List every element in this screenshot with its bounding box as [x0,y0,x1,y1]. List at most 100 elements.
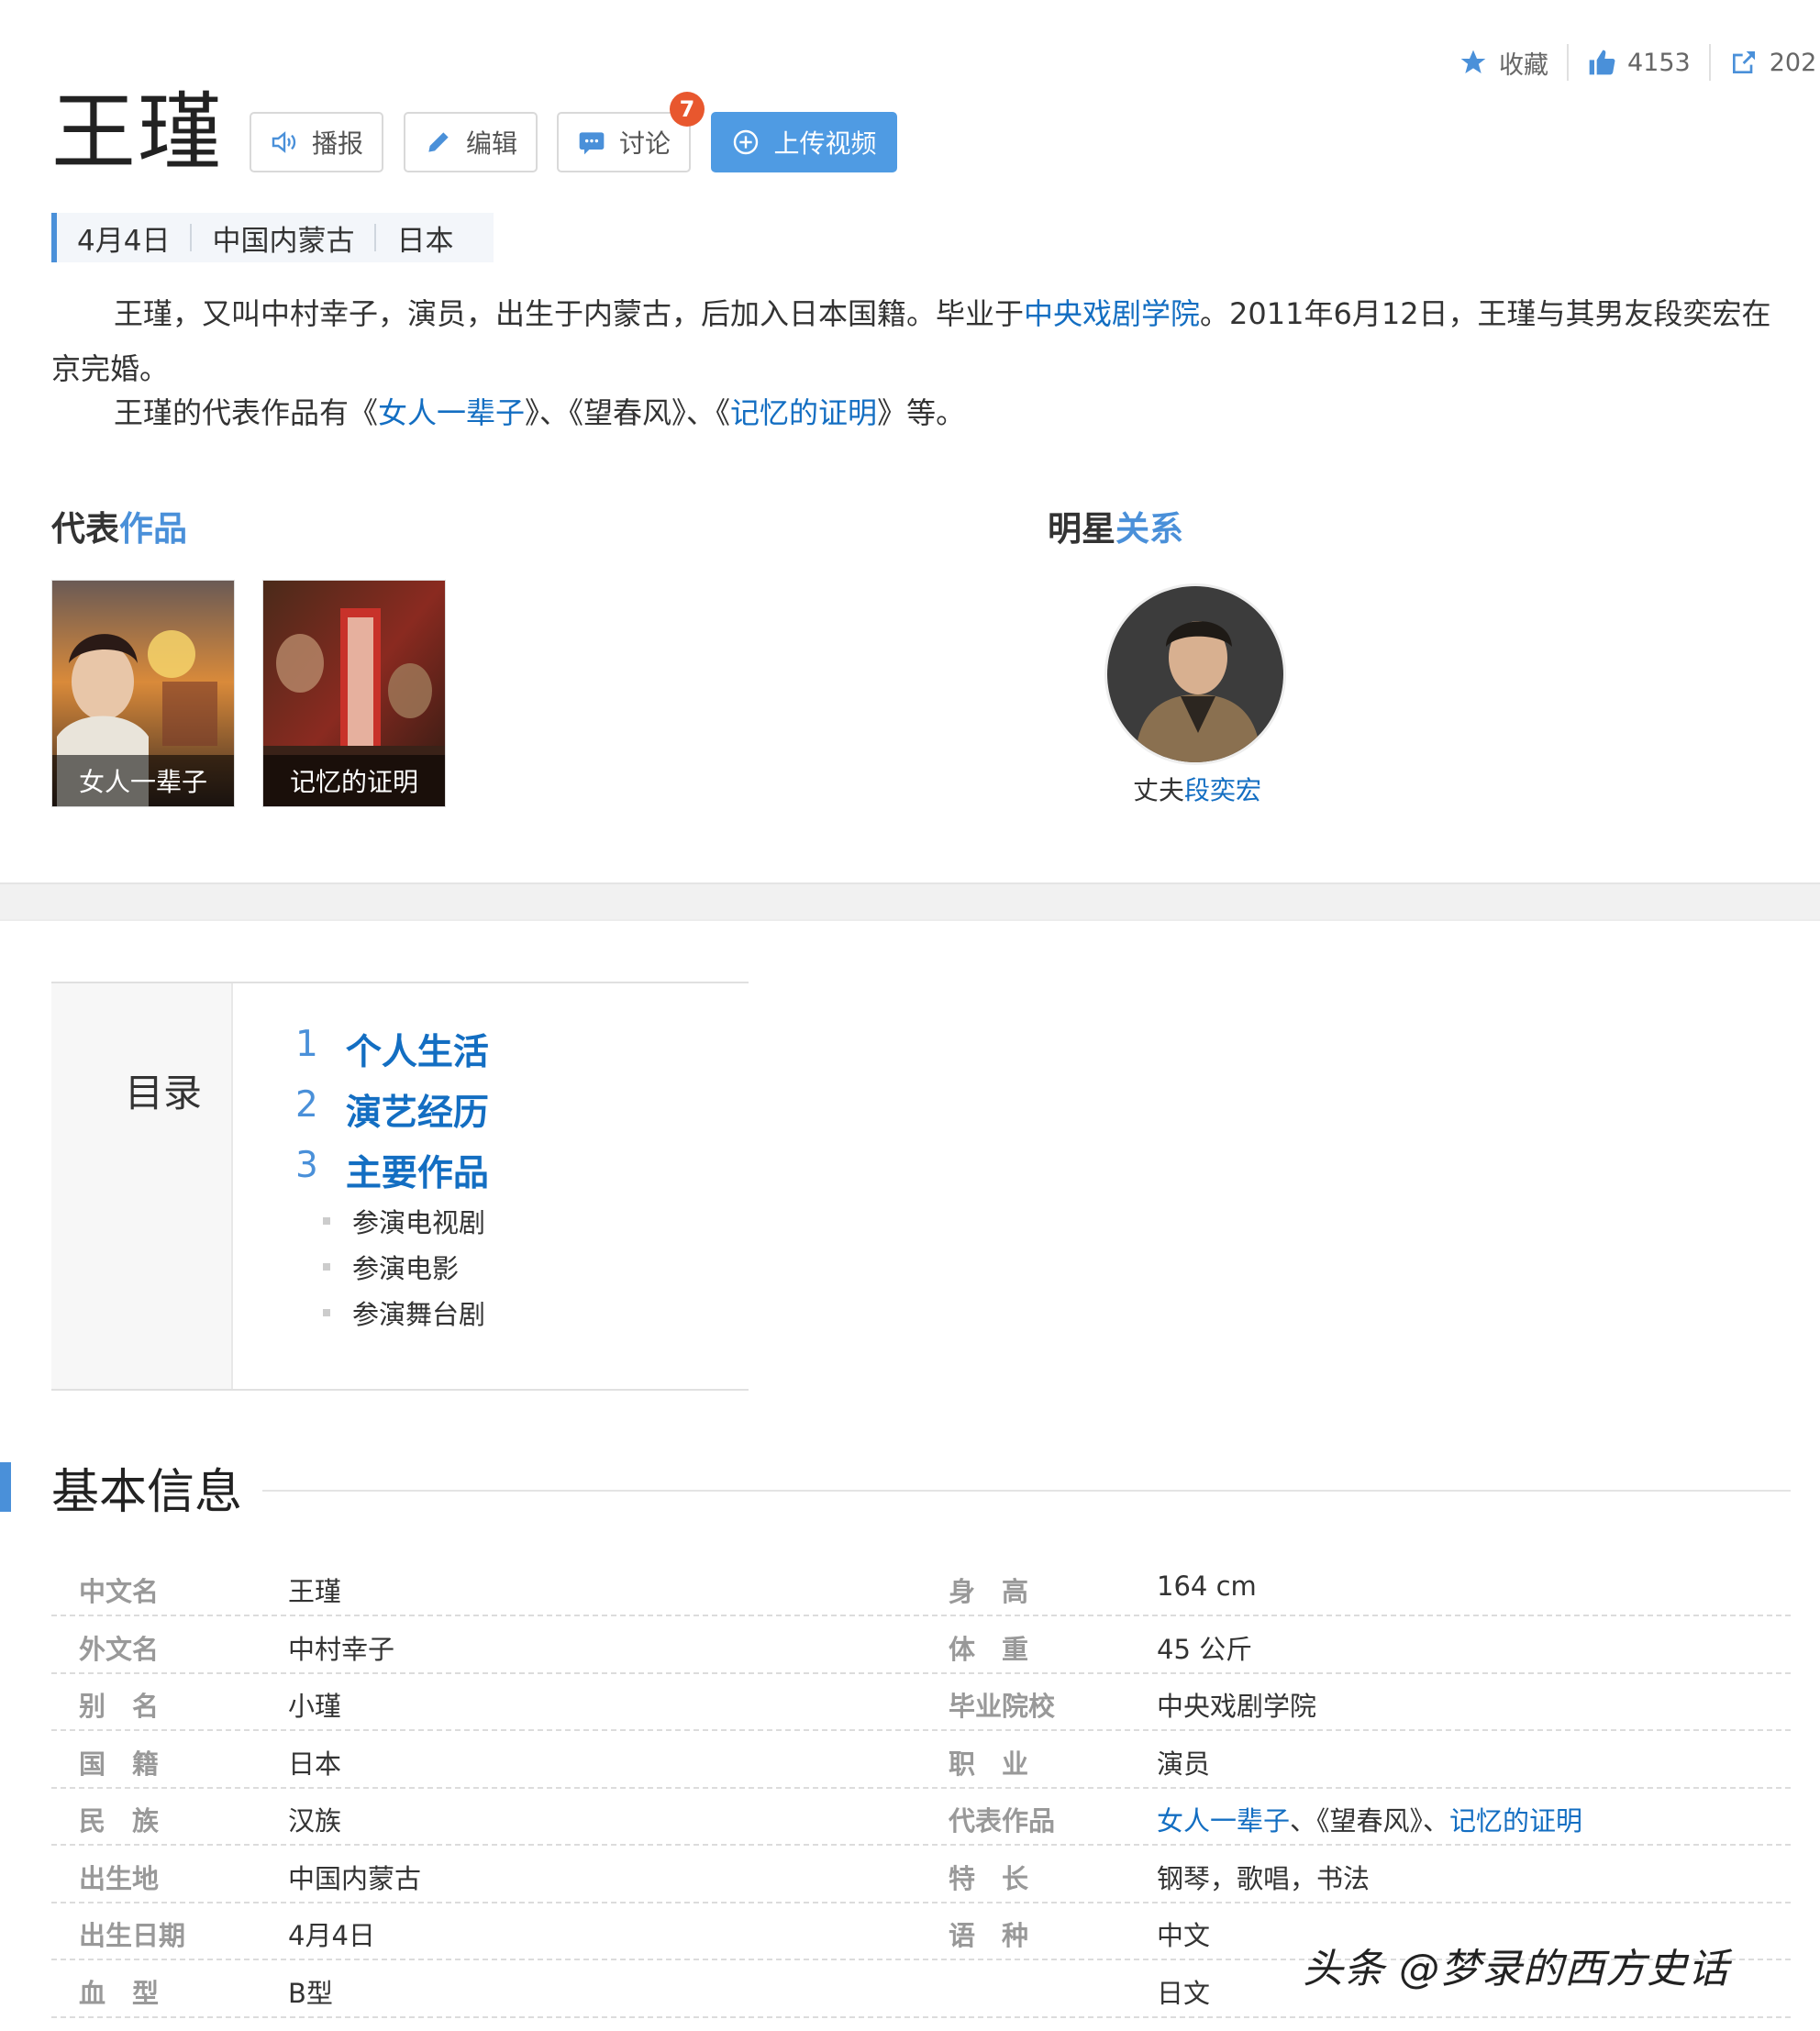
summary-paragraph-1: 王瑾，又叫中村幸子，演员，出生于内蒙古，后加入日本国籍。毕业于中央戏剧学院。20… [51,286,1776,396]
nationality-link[interactable]: 日本 [288,1743,341,1781]
broadcast-button[interactable]: 播报 [250,112,383,172]
spouse-caption: 丈夫段奕宏 [1009,771,1385,807]
info-key: 血 型 [79,1978,160,2009]
discuss-button[interactable]: 讨论 [557,112,691,172]
work-card-2[interactable]: 记忆的证明 [262,580,446,807]
toc-subitem-1[interactable]: 参演电视剧 [323,1202,485,1240]
upload-label: 上传视频 [773,128,877,159]
info-value: 中文 [1157,1920,1211,1951]
info-key: 代表作品 [949,1805,1056,1837]
info-row: 国 籍 日本 职 业 演员 [51,1730,1791,1789]
speaker-icon [272,131,296,153]
relation-heading-a: 明星 [1048,509,1115,549]
discuss-label: 讨论 [618,128,671,159]
summary-text: 》、《望春风》、《 [525,395,731,430]
school-link[interactable]: 中央戏剧学院 [1024,296,1200,331]
info-tags: 4月4日 中国内蒙古 日本 [51,213,494,262]
toc-text: 主要作品 [345,1153,489,1194]
info-key: 身 高 [949,1576,1029,1607]
work-link-1[interactable]: 女人一辈子 [378,395,525,430]
summary-text: 王瑾，又叫中村幸子，演员，出生于内蒙古，后加入日本国籍。毕业于 [114,296,1025,331]
info-key: 国 籍 [79,1748,160,1780]
plus-circle-icon [734,129,759,155]
relation-heading: 明星关系 [1048,501,1183,550]
relation-heading-b: 关系 [1115,509,1183,549]
bullet-icon [323,1217,330,1225]
share-button[interactable]: 202 [1729,48,1816,77]
info-value: 演员 [1157,1748,1211,1780]
like-button[interactable]: 4153 [1587,48,1691,77]
info-key: 特 长 [949,1863,1029,1894]
work-title-2: 记忆的证明 [263,755,445,806]
toc-label-panel: 目录 [51,983,233,1389]
info-row: 别 名 小瑾 毕业院校 中央戏剧学院 [51,1672,1791,1731]
works-heading-a: 代表 [51,509,119,549]
works-heading-b: 作品 [119,509,187,549]
spouse-name-link[interactable]: 段奕宏 [1184,775,1261,805]
broadcast-label: 播报 [311,128,363,159]
chat-icon [579,132,605,155]
tag-birthplace: 中国内蒙古 [212,224,355,258]
toc-num: 3 [295,1145,318,1186]
info-key: 体 重 [949,1634,1029,1665]
info-key: 毕业院校 [949,1691,1056,1722]
divider [1708,44,1711,81]
avatar-image [1107,586,1283,762]
work-link-2[interactable]: 记忆的证明 [730,395,877,430]
toc-num: 2 [295,1084,318,1126]
top-actions: 收藏 4153 202 [1459,44,1816,81]
info-value: 钢琴，歌唱，书法 [1157,1863,1371,1894]
pencil-icon [428,132,449,152]
toc-subitem-3[interactable]: 参演舞台剧 [323,1293,485,1332]
edit-button[interactable]: 编辑 [404,112,538,172]
info-row: 出生地 中国内蒙古 特 长 钢琴，歌唱，书法 [51,1845,1791,1903]
info-value: 日文 [1157,1978,1211,2009]
summary: 王瑾，又叫中村幸子，演员，出生于内蒙古，后加入日本国籍。毕业于中央戏剧学院。20… [51,286,1776,440]
toc-sub-text: 参演舞台剧 [352,1299,486,1330]
toc-label: 目录 [125,1071,203,1115]
summary-text: 王瑾的代表作品有《 [114,395,379,430]
works-heading: 代表作品 [51,501,187,550]
info-key: 出生地 [79,1863,160,1894]
info-row: 民 族 汉族 代表作品 女人一辈子、《望春风》、记忆的证明 [51,1787,1791,1846]
thumbs-up-icon [1589,50,1615,75]
bullet-icon [323,1309,330,1316]
toc-text: 演艺经历 [345,1093,489,1134]
collect-button[interactable]: 收藏 [1459,45,1548,81]
info-value: 王瑾 [288,1576,342,1607]
tag-birthday: 4月4日 [77,224,171,258]
spouse-avatar[interactable] [1104,583,1286,765]
work-link-1[interactable]: 女人一辈子 [1157,1805,1290,1837]
edit-label: 编辑 [465,128,517,159]
info-row: 外文名 中村幸子 体 重 45 公斤 [51,1615,1791,1674]
info-key: 中文名 [79,1576,160,1607]
toc-item-2[interactable]: 2 演艺经历 [295,1084,489,1136]
toc-sub-text: 参演电影 [352,1253,460,1284]
work-card-1[interactable]: 女人一辈子 [51,580,235,807]
bullet-icon [323,1263,330,1271]
info-value-mid: 、《望春风》、 [1290,1805,1450,1837]
school-link[interactable]: 中央戏剧学院 [1157,1685,1316,1724]
basic-info-title: 基本信息 [51,1465,243,1520]
toc-subitem-2[interactable]: 参演电影 [323,1248,459,1286]
section-accent-bar [0,1462,11,1512]
info-value: 汉族 [288,1805,342,1837]
info-value: 45 公斤 [1157,1634,1253,1665]
section-divider [0,882,1820,921]
collect-label: 收藏 [1499,50,1548,80]
toc-item-3[interactable]: 3 主要作品 [295,1145,489,1196]
watermark: 头条 @梦录的西方史话 [1303,1946,1729,1992]
section-title-line [262,1490,1791,1492]
discuss-count-badge: 7 [670,92,705,127]
page-title: 王瑾 [51,83,225,182]
upload-video-button[interactable]: 上传视频 [711,112,897,172]
like-count: 4153 [1627,48,1691,77]
info-value: 4月4日 [288,1920,375,1951]
table-of-contents: 目录 1 个人生活 2 演艺经历 3 主要作品 参演电视剧 参演电影 参演舞台剧 [51,982,749,1391]
info-value: B型 [288,1978,333,2009]
summary-paragraph-2: 王瑾的代表作品有《女人一辈子》、《望春风》、《记忆的证明》等。 [51,385,1776,440]
work-link-2[interactable]: 记忆的证明 [1449,1805,1582,1837]
summary-text: 》等。 [877,395,966,430]
info-value: 164 cm [1157,1570,1257,1602]
toc-item-1[interactable]: 1 个人生活 [295,1024,489,1075]
